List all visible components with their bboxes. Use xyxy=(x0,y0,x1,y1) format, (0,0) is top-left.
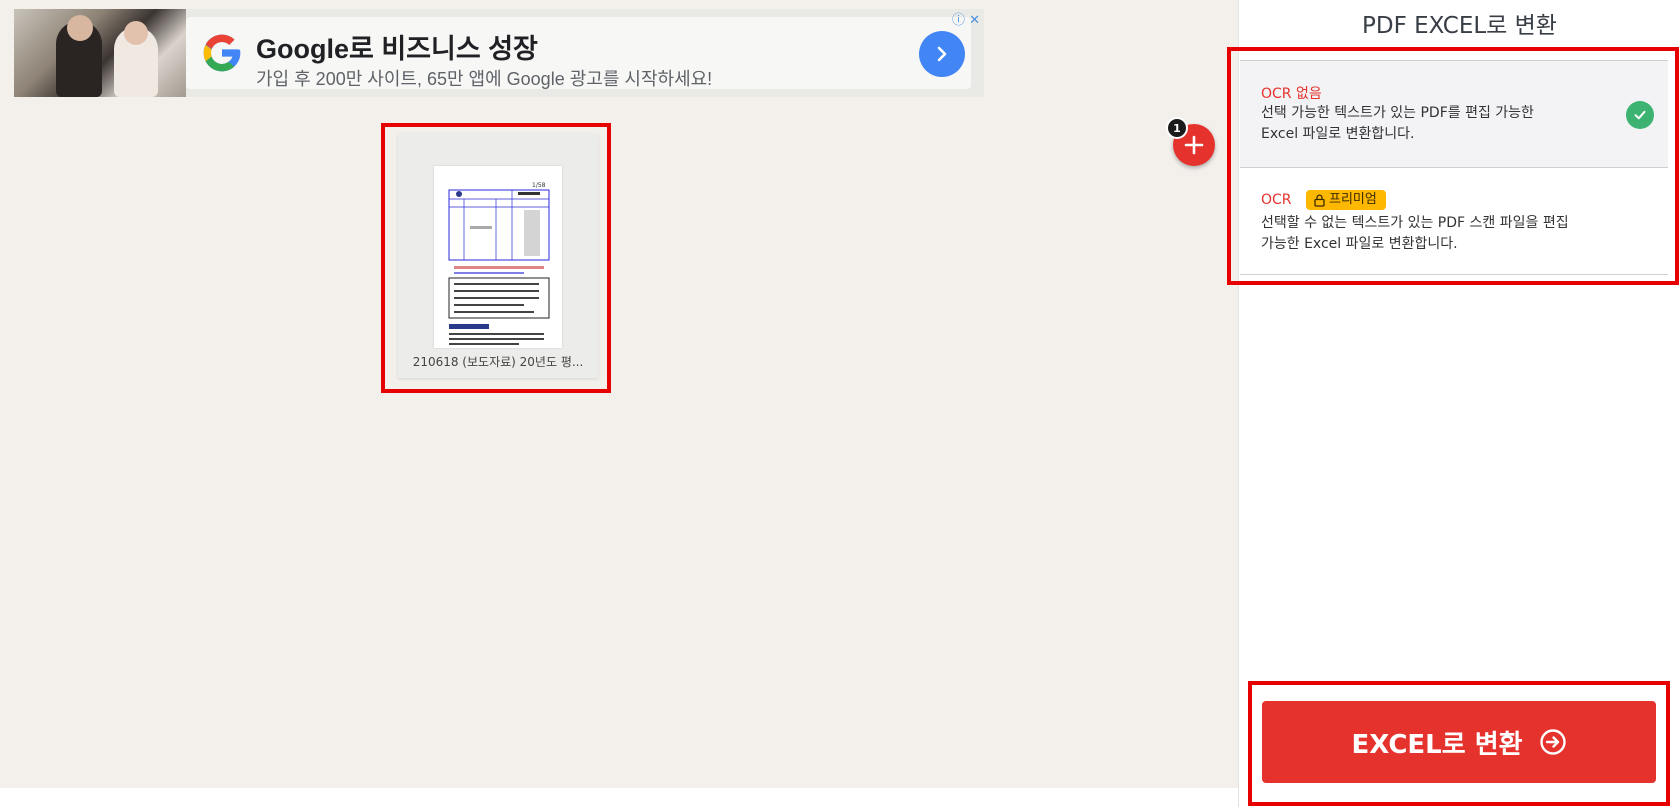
file-workspace: Google로 비즈니스 성장 가입 후 200만 사이트, 65만 앱에 Go… xyxy=(0,0,1238,788)
ad-info-icon[interactable]: ⓘ xyxy=(952,13,965,28)
ad-go-button[interactable] xyxy=(919,31,965,77)
ad-banner[interactable]: Google로 비즈니스 성장 가입 후 200만 사이트, 65만 앱에 Go… xyxy=(14,9,984,97)
ad-card[interactable]: Google로 비즈니스 성장 가입 후 200만 사이트, 65만 앱에 Go… xyxy=(186,17,971,89)
convert-button-label: EXCEL로 변환 xyxy=(1351,729,1523,760)
google-logo-icon xyxy=(203,34,241,72)
options-highlight xyxy=(1227,47,1679,285)
ad-photo xyxy=(14,9,186,97)
file-count-badge: 1 xyxy=(1166,117,1188,139)
file-thumbnail: 1/58 xyxy=(434,166,562,348)
arrow-circle-right-icon xyxy=(1539,729,1566,755)
ad-title[interactable]: Google로 비즈니스 성장 xyxy=(256,27,538,66)
convert-to-excel-button[interactable]: EXCEL로 변환 xyxy=(1262,701,1656,783)
ad-choices[interactable]: ⓘ ✕ xyxy=(952,9,980,28)
ad-subtitle[interactable]: 가입 후 200만 사이트, 65만 앱에 Google 광고를 시작하세요! xyxy=(256,65,712,91)
ad-close-icon[interactable]: ✕ xyxy=(969,13,980,28)
plus-icon xyxy=(1184,135,1204,155)
file-card[interactable]: 1/58 210618 (보도자료) 20년도 평... xyxy=(398,134,598,378)
chevron-right-icon xyxy=(937,46,947,62)
file-name: 210618 (보도자료) 20년도 평... xyxy=(412,355,584,369)
panel-title: PDF EXCEL로 변환 xyxy=(1362,13,1557,39)
svg-text:1/58: 1/58 xyxy=(532,182,546,189)
